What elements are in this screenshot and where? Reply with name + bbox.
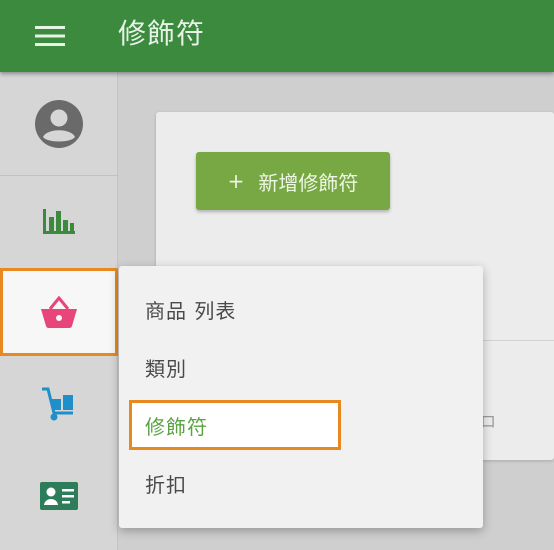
sidebar-item-reports[interactable] xyxy=(0,176,118,264)
hamburger-menu-icon xyxy=(35,26,65,46)
page-title: 修飾符 xyxy=(118,17,206,50)
sidebar-item-customers[interactable] xyxy=(0,452,118,540)
profile-button[interactable] xyxy=(0,72,118,176)
products-submenu: 商品 列表 類別 修飾符 折扣 xyxy=(119,266,483,528)
account-circle-icon xyxy=(35,99,83,148)
add-modifier-button[interactable]: + 新增修飾符 xyxy=(196,152,390,210)
hand-truck-icon xyxy=(42,387,73,421)
sidebar xyxy=(0,72,118,550)
shopping-basket-icon xyxy=(41,295,77,328)
menu-item-discounts[interactable]: 折扣 xyxy=(129,458,341,508)
plus-icon: + xyxy=(227,169,245,193)
menu-item-modifiers[interactable]: 修飾符 xyxy=(129,400,341,450)
bar-chart-icon xyxy=(43,209,75,234)
sidebar-item-inventory[interactable] xyxy=(0,360,118,448)
contact-card-icon xyxy=(40,482,78,510)
menu-item-product-list[interactable]: 商品 列表 xyxy=(129,284,341,334)
menu-button[interactable] xyxy=(30,16,70,56)
menu-item-categories[interactable]: 類別 xyxy=(129,342,341,392)
add-modifier-label: 新增修飾符 xyxy=(258,170,359,195)
app-bar: 修飾符 xyxy=(0,0,554,72)
sidebar-item-products[interactable] xyxy=(0,268,118,356)
